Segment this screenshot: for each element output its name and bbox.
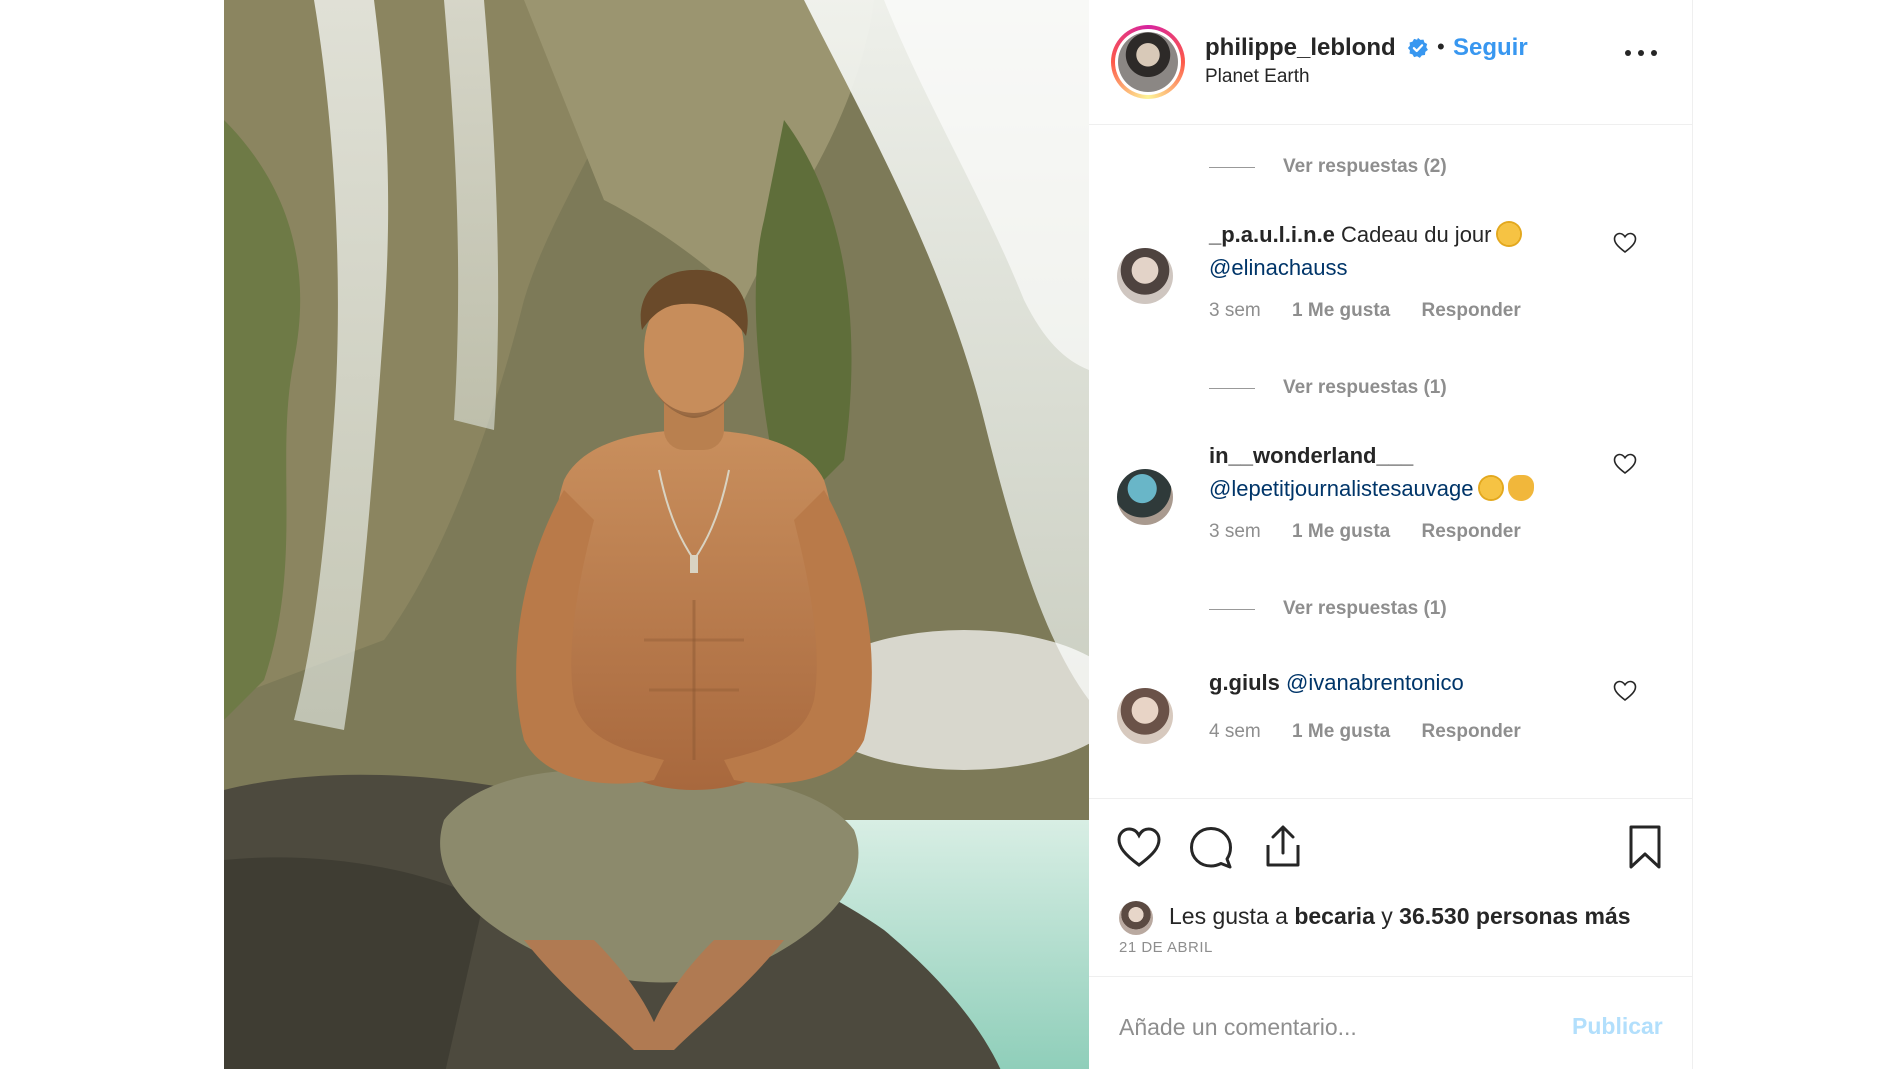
comment-likes[interactable]: 1 Me gusta bbox=[1292, 300, 1390, 321]
comment-time[interactable]: 3 sem bbox=[1209, 521, 1261, 542]
divider-line bbox=[1209, 388, 1255, 389]
post-side-panel: philippe_leblond • Seguir Planet Earth V… bbox=[1089, 0, 1693, 1069]
save-bookmark-icon[interactable] bbox=[1621, 823, 1669, 871]
comment-likes[interactable]: 1 Me gusta bbox=[1292, 521, 1390, 542]
comment-meta: 4 sem 1 Me gusta Responder bbox=[1209, 721, 1547, 743]
like-heart-icon[interactable] bbox=[1115, 823, 1163, 871]
comment-mention[interactable]: @lepetitjournalistesauvage bbox=[1209, 476, 1474, 501]
follow-button[interactable]: Seguir bbox=[1453, 34, 1528, 62]
add-comment-bar: Publicar bbox=[1089, 976, 1692, 1069]
verified-badge-icon bbox=[1407, 37, 1428, 58]
reply-button[interactable]: Responder bbox=[1422, 521, 1521, 542]
comment-like-heart-icon[interactable] bbox=[1613, 232, 1637, 254]
divider-line bbox=[1209, 167, 1255, 168]
post-location[interactable]: Planet Earth bbox=[1205, 66, 1310, 88]
share-icon[interactable] bbox=[1259, 823, 1307, 871]
liker-username[interactable]: becaria bbox=[1294, 903, 1375, 929]
likes-count[interactable]: 36.530 personas más bbox=[1399, 903, 1630, 929]
commenter-avatar[interactable] bbox=[1117, 469, 1173, 525]
comment-mention[interactable]: @elinachauss bbox=[1209, 255, 1348, 280]
divider-line bbox=[1209, 609, 1255, 610]
commenter-avatar[interactable] bbox=[1117, 688, 1173, 744]
post-photo[interactable] bbox=[224, 0, 1089, 1069]
comment-likes[interactable]: 1 Me gusta bbox=[1292, 721, 1390, 742]
comment-time[interactable]: 3 sem bbox=[1209, 300, 1261, 321]
comment-time[interactable]: 4 sem bbox=[1209, 721, 1261, 742]
tongue-out-emoji-icon bbox=[1477, 475, 1504, 501]
post-header: philippe_leblond • Seguir Planet Earth bbox=[1089, 0, 1692, 125]
post-actions: Les gusta a becaria y 36.530 personas má… bbox=[1089, 798, 1692, 976]
waterfall-meditation-image bbox=[224, 0, 1089, 1069]
commenter-avatar[interactable] bbox=[1117, 248, 1173, 304]
comment-input[interactable] bbox=[1119, 1007, 1539, 1047]
commenter-username[interactable]: _p.a.u.l.i.n.e bbox=[1209, 222, 1335, 247]
comment-text: _p.a.u.l.i.n.e Cadeau du jour @elinachau… bbox=[1209, 218, 1609, 284]
comment-meta: 3 sem 1 Me gusta Responder bbox=[1209, 300, 1547, 322]
liker-avatar[interactable] bbox=[1119, 901, 1153, 935]
comment-text: g.giuls @ivanabrentonico bbox=[1209, 666, 1609, 699]
commenter-username[interactable]: g.giuls bbox=[1209, 670, 1280, 695]
comment-text: in__wonderland___ @lepetitjournalistesau… bbox=[1209, 439, 1629, 505]
comment-body: Cadeau du jour bbox=[1341, 222, 1492, 247]
comment-bubble-icon[interactable] bbox=[1187, 823, 1235, 871]
wink-kiss-emoji-icon bbox=[1495, 221, 1522, 247]
comment-like-heart-icon[interactable] bbox=[1613, 453, 1637, 475]
post-date[interactable]: 21 DE ABRIL bbox=[1119, 939, 1213, 956]
reply-button[interactable]: Responder bbox=[1422, 721, 1521, 742]
author-avatar[interactable] bbox=[1111, 25, 1185, 99]
more-options-icon[interactable] bbox=[1625, 44, 1659, 62]
clapping-hands-emoji-icon bbox=[1507, 475, 1534, 501]
publish-button[interactable]: Publicar bbox=[1572, 1013, 1663, 1040]
comment-meta: 3 sem 1 Me gusta Responder bbox=[1209, 521, 1547, 543]
comment-like-heart-icon[interactable] bbox=[1613, 680, 1637, 702]
commenter-username[interactable]: in__wonderland___ bbox=[1209, 443, 1413, 468]
author-username[interactable]: philippe_leblond bbox=[1205, 34, 1396, 62]
comments-list: Ver respuestas (2) _p.a.u.l.i.n.e Cadeau… bbox=[1089, 126, 1692, 798]
comment-mention[interactable]: @ivanabrentonico bbox=[1286, 670, 1464, 695]
header-separator: • bbox=[1437, 34, 1445, 59]
reply-button[interactable]: Responder bbox=[1422, 300, 1521, 321]
likes-text: Les gusta a becaria y 36.530 personas má… bbox=[1169, 903, 1631, 929]
